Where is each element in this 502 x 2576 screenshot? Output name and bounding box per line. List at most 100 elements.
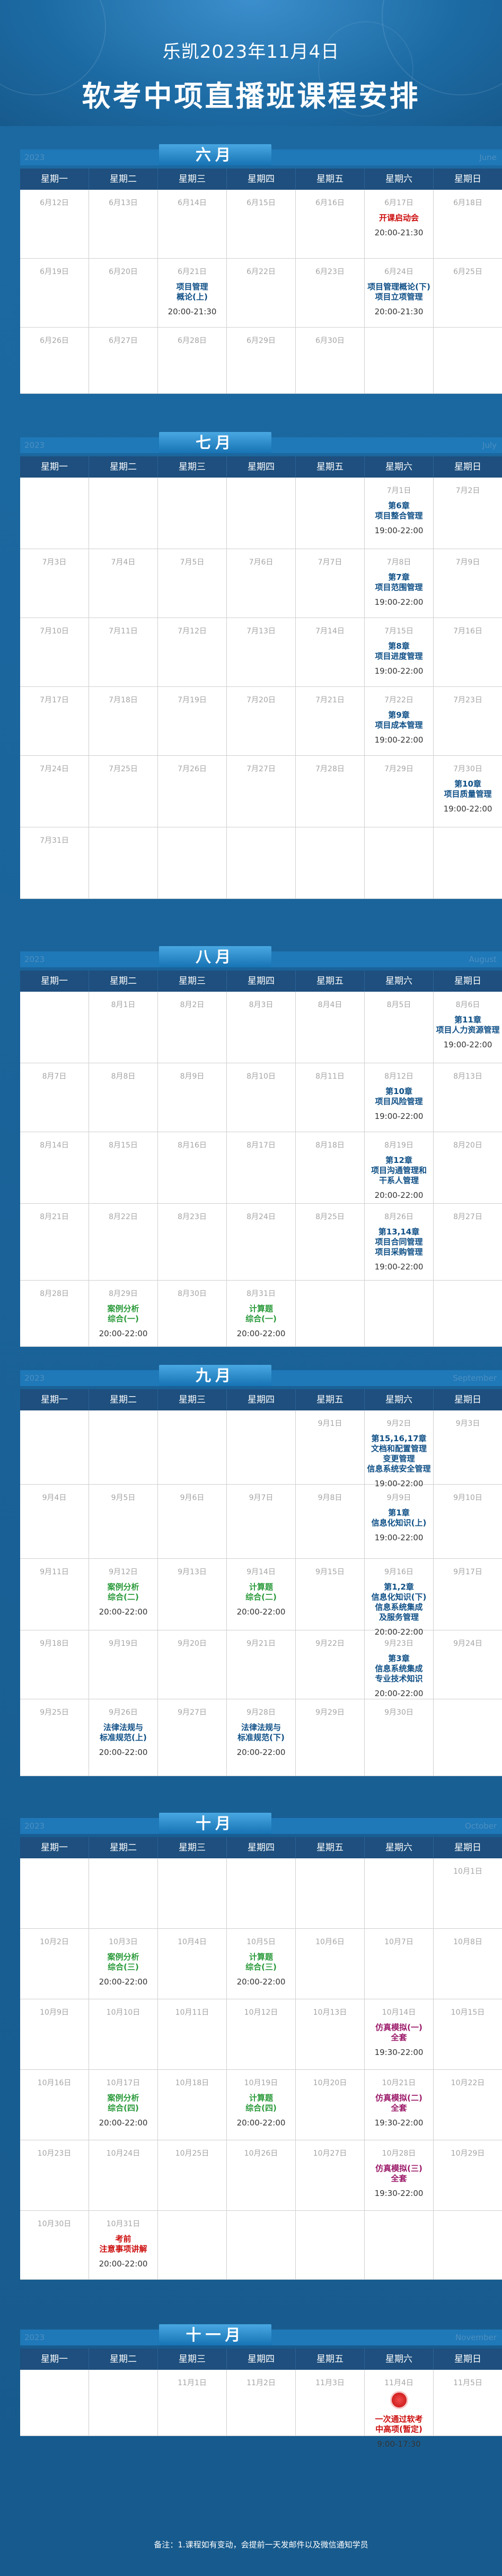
month-header: 2023 July 七月 (20, 432, 502, 456)
lesson-time: 20:00-22:00 (374, 1190, 424, 1200)
lesson-title: 第1,2章 信息化知识(下) 信息系统集成 及服务管理 (371, 1582, 427, 1622)
week-row: 9月18日 9月19日 9月20日 9月21日 9月22日 9月23日 第3章 信息系统集成… (20, 1630, 502, 1699)
day-cell-with-lesson: 9月14日 计算题 综合(二) 20:00-22:00 (227, 1559, 296, 1630)
week-row: 6月26日 6月27日 6月28日 6月29日 6月30日 (20, 328, 502, 394)
day-cell-with-lesson: 8月19日 第12章 项目沟通管理和 干系人管理 20:00-22:00 (365, 1132, 434, 1203)
day-cell (20, 2370, 89, 2436)
date-label: 10月27日 (313, 2149, 347, 2158)
month-header: 2023 September 九月 (20, 1365, 502, 1389)
week-row: 7月24日 7月25日 7月26日 7月27日 7月28日 7月29日 7月30日 第10章 … (20, 756, 502, 827)
weekday-label: 星期二 (89, 169, 158, 190)
date-label: 9月3日 (455, 1419, 480, 1428)
weekday-label: 星期日 (454, 1395, 481, 1405)
day-cell: 6月13日 (89, 190, 158, 258)
weekday-label: 星期三 (158, 169, 227, 190)
weekday-label: 星期二 (89, 1389, 158, 1410)
day-cell: 7月4日 (89, 549, 158, 617)
date-label: 7月31日 (40, 836, 69, 845)
lesson-title: 第11章 项目人力资源管理 (436, 1015, 500, 1035)
lesson-time: 20:00-22:00 (99, 2118, 148, 2128)
lesson-title: 法律法规与 标准规范(下) (237, 1723, 285, 1742)
lesson-time: 20:00-22:00 (236, 2118, 286, 2128)
date-label: 8月24日 (246, 1213, 276, 1221)
day-cell-with-lesson: 11月4日 一次通过软考 中高项(暂定) 9:00-17:30 (365, 2370, 434, 2449)
lesson-time: 19:30-22:00 (374, 2189, 424, 2198)
day-cell: 11月2日 (227, 2370, 296, 2436)
month-english-name: September (453, 1373, 497, 1383)
date-label: 6月23日 (315, 268, 345, 276)
date-label: 10月16日 (37, 2079, 72, 2087)
day-cell: 7月20日 (227, 687, 296, 755)
lesson-time: 19:00-22:00 (443, 1040, 492, 1049)
day-cell: 10月12日 (227, 1999, 296, 2069)
day-cell-with-lesson: 10月17日 案例分析 综合(四) 20:00-22:00 (89, 2070, 158, 2140)
day-cell: 6月26日 (20, 328, 89, 393)
day-cell: 7月11日 (89, 618, 158, 686)
date-label: 7月17日 (40, 696, 69, 704)
lesson-title: 开课启动会 (378, 213, 419, 223)
week-row: 7月31日 (20, 827, 502, 899)
lesson-title: 考前 注意事项讲解 (99, 2234, 147, 2254)
weekday-label: 星期日 (454, 2354, 481, 2365)
day-cell: 7月13日 (227, 618, 296, 686)
day-cell: 8月30日 (158, 1281, 227, 1346)
date-label: 8月18日 (315, 1141, 345, 1150)
lesson-title: 计算题 综合(二) (245, 1582, 277, 1602)
date-label: 7月25日 (109, 765, 138, 773)
weekday-label: 星期一 (20, 456, 89, 478)
lesson-badge-icon (390, 2391, 408, 2409)
day-cell: 9月5日 (89, 1485, 158, 1558)
day-cell: 9月21日 (227, 1630, 296, 1699)
date-label: 9月29日 (315, 1708, 345, 1717)
weekday-header: 星期一 星期二 星期三 星期四 星期五 星期六 星期日 (20, 1389, 502, 1410)
month-title: 十月 (159, 1813, 271, 1834)
day-cell-with-lesson: 8月6日 第11章 项目人力资源管理 19:00-22:00 (434, 992, 502, 1063)
date-label: 7月3日 (42, 558, 67, 567)
day-cell-with-lesson: 10月3日 案例分析 综合(三) 20:00-22:00 (89, 1929, 158, 1999)
day-cell: 6月19日 (20, 259, 89, 327)
date-label: 10月26日 (244, 2149, 278, 2158)
day-cell: 11月1日 (158, 2370, 227, 2436)
day-cell-with-lesson: 9月28日 法律法规与 标准规范(下) 20:00-22:00 (227, 1699, 296, 1776)
day-cell: 9月20日 (158, 1630, 227, 1699)
date-label: 7月22日 (384, 696, 413, 704)
day-cell: 11月5日 (434, 2370, 502, 2436)
date-label: 7月7日 (318, 558, 342, 567)
calendar-grid: 6月12日 6月13日 6月14日 6月15日 6月16日 6月17日 开课启动会 20:00… (20, 190, 502, 394)
date-label: 8月2日 (180, 1001, 205, 1009)
day-cell: 6月20日 (89, 259, 158, 327)
date-label: 8月20日 (453, 1141, 482, 1150)
date-label: 10月12日 (244, 2008, 278, 2017)
day-cell (434, 827, 502, 898)
date-label: 11月2日 (246, 2379, 276, 2387)
day-cell-with-lesson: 9月16日 第1,2章 信息化知识(下) 信息系统集成 及服务管理 20:00-22… (365, 1559, 434, 1637)
month-header: 2023 October 十月 (20, 1813, 502, 1837)
day-cell: 10月23日 (20, 2140, 89, 2210)
weekday-label: 星期日 (454, 976, 481, 986)
day-cell: 7月5日 (158, 549, 227, 617)
date-label: 7月28日 (315, 765, 345, 773)
day-cell: 9月8日 (296, 1485, 365, 1558)
day-cell-with-lesson: 7月15日 第8章 项目进度管理 19:00-22:00 (365, 618, 434, 686)
month-year: 2023 (24, 1821, 45, 1831)
calendar-grid: 7月1日 第6章 项目整合管理 19:00-22:00 7月2日 7月3日 7月4日 7月5… (20, 478, 502, 899)
day-cell: 8月4日 (296, 992, 365, 1063)
calendar-grid: 9月1日 9月2日 第15,16,17章 文档和配置管理 变更管理 信息系统安全管理… (20, 1410, 502, 1776)
month-june: 2023 June 六月 星期一 星期二 星期三 星期四 星期五 星期六 星期日 6月12日 6月13… (20, 144, 502, 394)
date-label: 7月4日 (111, 558, 136, 567)
day-cell: 8月10日 (227, 1063, 296, 1132)
date-label: 10月10日 (106, 2008, 140, 2017)
date-label: 7月29日 (384, 765, 413, 773)
weekday-label: 星期五 (296, 971, 365, 992)
day-cell: 8月24日 (227, 1204, 296, 1280)
day-cell: 11月3日 (296, 2370, 365, 2436)
date-label: 10月13日 (313, 2008, 347, 2017)
day-cell: 9月29日 (296, 1699, 365, 1776)
lesson-time: 19:30-22:00 (374, 2118, 424, 2128)
weekday-label: 星期一 (20, 1389, 89, 1410)
month-title: 六月 (159, 144, 271, 165)
day-cell: 9月1日 (296, 1410, 365, 1484)
date-label: 8月1日 (111, 1001, 136, 1009)
lesson-title: 第9章 项目成本管理 (375, 710, 423, 730)
date-label: 9月12日 (109, 1568, 138, 1576)
